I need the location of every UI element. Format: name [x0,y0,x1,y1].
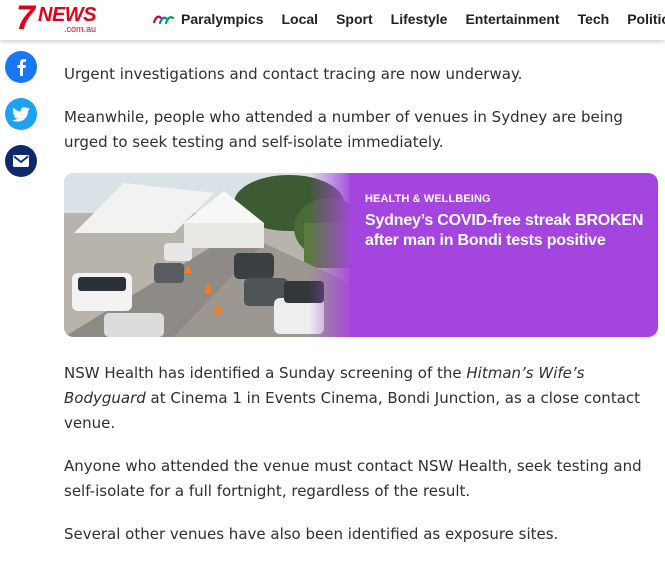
twitter-icon [12,106,30,122]
nav-label: Lifestyle [390,11,448,27]
logo-seven: 7 [16,0,35,37]
nav-item-paralympics[interactable]: Paralympics [152,11,264,27]
facebook-icon [17,59,26,76]
article-paragraph: Urgent investigations and contact tracin… [64,65,523,83]
nav-label: Tech [577,11,610,27]
nav-item-lifestyle[interactable]: Lifestyle [391,11,448,27]
nav-label: Paralympics [181,11,264,27]
related-article-card[interactable]: HEALTH & WELLBEING Sydney’s COVID-free s… [64,173,658,337]
nav-item-local[interactable]: Local [282,11,319,27]
article-paragraph: Several other venues have also been iden… [64,525,559,543]
twitter-share-button[interactable] [5,98,37,130]
email-share-button[interactable] [5,145,37,177]
nav-item-tech[interactable]: Tech [578,11,610,27]
email-icon [13,155,29,167]
logo-domain: .com.au [64,24,97,34]
card-category: HEALTH & WELLBEING [365,193,491,205]
nav-label: Sport [336,11,373,27]
related-article-image [64,173,349,337]
article-paragraph: Anyone who attended the venue must conta… [64,457,642,500]
7news-logo[interactable]: 7 NEWS .com.au [16,0,112,37]
main-nav: Paralympics Local Sport Lifestyle Entert… [152,0,665,38]
nav-label: Local [281,11,319,27]
facebook-share-button[interactable] [5,51,37,83]
nav-item-sport[interactable]: Sport [336,11,373,27]
nav-item-entertainment[interactable]: Entertainment [465,11,559,27]
nav-item-politics[interactable]: Politics [627,11,665,27]
image-fade [309,173,354,337]
nav-label: Politics [627,11,665,27]
logo-news: NEWS [38,4,97,26]
paragraph-text: at Cinema 1 in Events Cinema, Bondi Junc… [64,389,641,432]
article-paragraph: Meanwhile, people who attended a number … [64,108,623,151]
paragraph-text: NSW Health has identified a Sunday scree… [64,364,467,382]
paralympics-agitos-icon [152,15,174,25]
card-title[interactable]: Sydney’s COVID-free streak BROKEN after … [365,211,645,251]
article-paragraph: NSW Health has identified a Sunday scree… [64,361,656,436]
site-header: 7 NEWS .com.au Paralympics Local Sport L… [0,0,665,40]
nav-label: Entertainment [465,11,560,27]
